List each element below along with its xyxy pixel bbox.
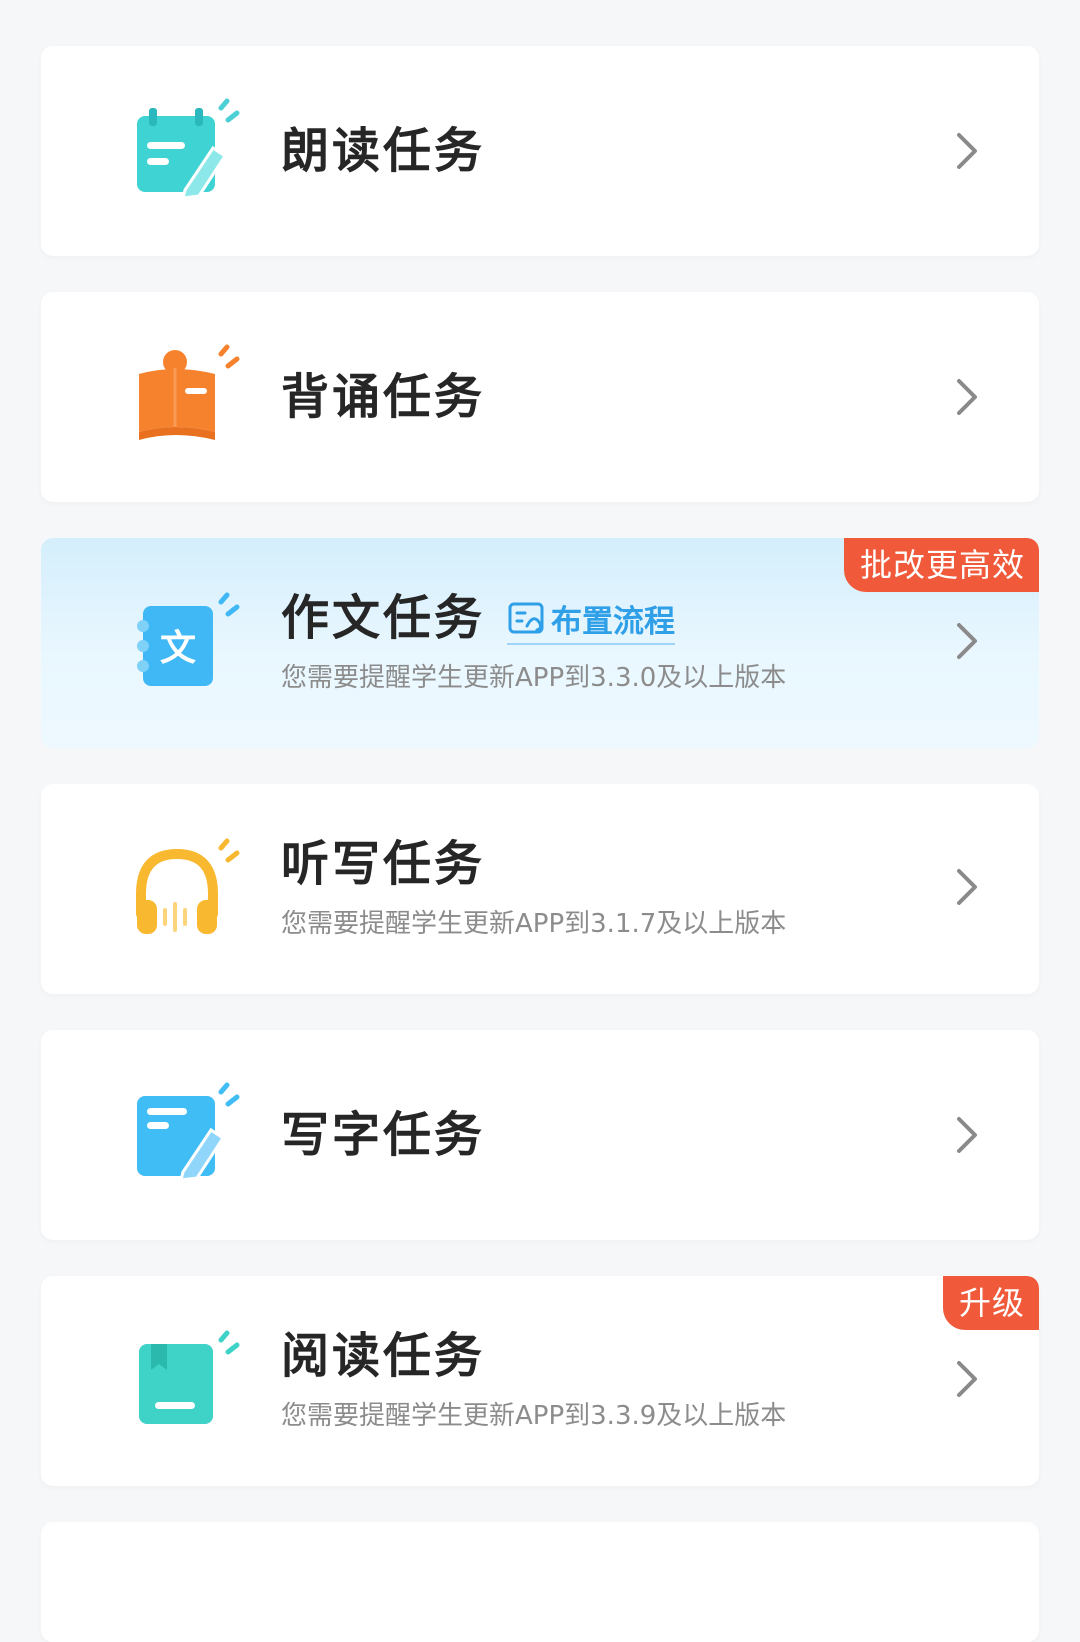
task-card-partial[interactable]: [41, 1522, 1039, 1642]
chevron-right-icon: [953, 375, 981, 419]
task-subtitle: 您需要提醒学生更新APP到3.1.7及以上版本: [281, 909, 787, 939]
task-title: 阅读任务: [281, 1328, 486, 1384]
task-title: 听写任务: [281, 836, 486, 892]
svg-text:文: 文: [160, 628, 196, 669]
task-card-dictation[interactable]: 听写任务 您需要提醒学生更新APP到3.1.7及以上版本: [41, 784, 1039, 994]
task-subtitle: 您需要提醒学生更新APP到3.3.9及以上版本: [281, 1401, 787, 1431]
chevron-right-icon: [953, 865, 981, 909]
assign-flow-link[interactable]: 布置流程: [507, 596, 675, 645]
task-title: 作文任务: [281, 590, 486, 646]
chevron-right-icon: [953, 1113, 981, 1157]
task-subtitle: 您需要提醒学生更新APP到3.3.0及以上版本: [281, 663, 787, 693]
task-card-recitation[interactable]: 背诵任务: [41, 292, 1039, 502]
chevron-right-icon: [953, 619, 981, 663]
task-title: 写字任务: [281, 1107, 486, 1163]
flow-icon: [507, 600, 547, 638]
headphones-icon: [133, 838, 241, 946]
upgrade-badge: 升级: [942, 1276, 1039, 1330]
task-title: 朗读任务: [281, 123, 486, 179]
task-card-composition[interactable]: 文 作文任务 布置流程 您需要提醒学生更新APP到3.3.0及以上版本 批改更高…: [41, 538, 1039, 748]
task-card-reading-aloud[interactable]: 朗读任务: [41, 46, 1039, 256]
writing-pad-icon: [133, 1082, 241, 1190]
bookmark-book-icon: [133, 1330, 241, 1438]
efficient-grading-badge: 批改更高效: [843, 538, 1039, 592]
calendar-pen-icon: [133, 98, 241, 206]
composition-notebook-icon: 文: [133, 592, 241, 700]
task-card-reading[interactable]: 阅读任务 您需要提醒学生更新APP到3.3.9及以上版本 升级: [41, 1276, 1039, 1486]
chevron-right-icon: [953, 129, 981, 173]
open-book-icon: [133, 344, 241, 452]
task-title: 背诵任务: [281, 369, 486, 425]
chevron-right-icon: [953, 1357, 981, 1401]
flow-link-label: 布置流程: [551, 604, 675, 640]
task-card-handwriting[interactable]: 写字任务: [41, 1030, 1039, 1240]
